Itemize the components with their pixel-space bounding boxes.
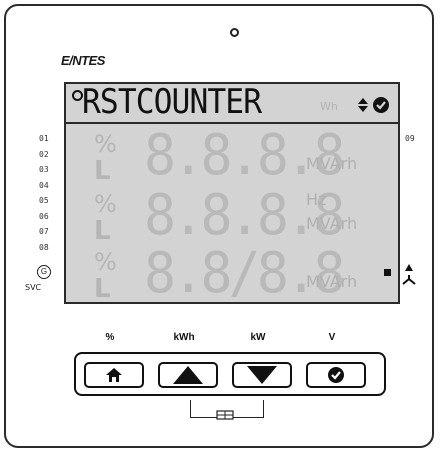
- down-button[interactable]: [232, 362, 292, 388]
- check-circle-icon: [328, 367, 344, 383]
- lcd-message-bar: RSTCOUNTER Wh: [66, 82, 398, 124]
- lcd-row-2: % L 8.8.8.8 Hz MVArh: [66, 186, 398, 247]
- row-line-label: L: [94, 216, 111, 246]
- v-button-label: V: [328, 332, 336, 343]
- row-unit-top: Hz: [306, 190, 327, 209]
- up-triangle-icon: [173, 366, 203, 384]
- ghost-unit: Wh: [320, 100, 338, 113]
- row-percent: %: [94, 130, 117, 158]
- kwh-button-label: kWh: [173, 332, 195, 343]
- alarm-indicator: [384, 269, 391, 276]
- channel-label: 05: [39, 196, 49, 205]
- brand-logo: E/NTES: [61, 53, 105, 68]
- channel-label-right: 09: [405, 134, 415, 143]
- down-triangle-icon: [247, 366, 277, 384]
- lcd-row-1: % L 8.8.8.8 MVArh: [66, 126, 398, 187]
- updown-arrows-icon: [358, 98, 368, 112]
- percent-button-label: %: [105, 332, 115, 343]
- row-unit-bottom: MVArh: [306, 214, 358, 233]
- row-unit-bottom: MVArh: [306, 154, 358, 173]
- home-button[interactable]: [84, 362, 144, 388]
- channel-labels: 01 02 03 04 05 06 07 08: [39, 134, 63, 258]
- button-labels: % kWh kW V: [6, 332, 440, 348]
- ok-button[interactable]: [306, 362, 366, 388]
- up-button[interactable]: [158, 362, 218, 388]
- fan-icon: [402, 264, 416, 285]
- channel-label: 07: [39, 227, 49, 236]
- home-icon: [106, 368, 122, 382]
- combo-keys-icon: [216, 410, 234, 420]
- lcd-display: RSTCOUNTER Wh % L 8.8.8.8 MVArh % L 8.8.…: [64, 82, 400, 304]
- row-percent: %: [94, 248, 117, 276]
- channel-label: 04: [39, 180, 49, 190]
- row-line-label: L: [94, 156, 111, 186]
- check-circle-icon: [373, 97, 389, 113]
- lcd-row-3: % L 8.8/8.8 MVArh: [66, 244, 398, 305]
- row-unit-bottom: MVArh: [306, 272, 358, 291]
- channel-label: 02: [39, 149, 49, 159]
- channel-label: 08: [39, 242, 49, 252]
- keypad: [74, 352, 386, 396]
- svc-label: SVC: [25, 283, 42, 292]
- generator-icon: G: [37, 265, 51, 279]
- lcd-message: RSTCOUNTER: [82, 82, 262, 122]
- kw-button-label: kW: [250, 332, 266, 343]
- channel-label: 06: [39, 211, 49, 221]
- row-percent: %: [94, 190, 117, 218]
- row-line-label: L: [94, 274, 111, 304]
- channel-label: 01: [39, 134, 49, 143]
- status-led: [230, 28, 239, 37]
- meter-panel: E/NTES RSTCOUNTER Wh % L 8.8.8.8 MVArh %…: [4, 4, 434, 448]
- channel-label: 03: [39, 165, 49, 174]
